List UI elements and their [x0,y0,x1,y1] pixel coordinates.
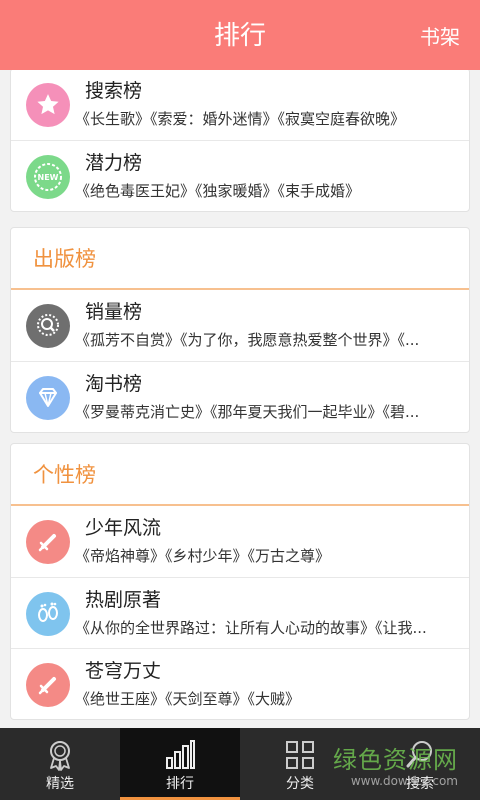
page-title: 排行 [213,21,266,51]
app-header: 排行 书架 [0,0,480,70]
tab-featured[interactable]: 精选 [0,728,120,800]
ranking-title: 苍穹万丈 [85,660,162,682]
search-badge-icon [26,304,70,348]
award-ribbon-icon [43,738,77,772]
ranking-title: 淘书榜 [85,373,143,395]
ranking-books: 《长生歌》《索爱：婚外迷情》《寂寞空庭春欲晚》 [75,110,406,128]
ranking-books: 《孤芳不自赏》《为了你，我愿意热爱整个世界》《... [75,331,420,349]
section-title: 个性榜 [33,463,96,487]
ranking-title: 少年风流 [85,517,162,539]
ranking-card-publish: 出版榜 销量榜 《孤芳不自赏》《为了你，我愿意热爱整个世界》《... 淘书榜 《… [10,227,470,433]
ranking-card-personal: 个性榜 少年风流 《帝焰神尊》《乡村少年》《万古之尊》 热剧原著 《从你的全世界… [10,443,470,720]
section-header: 出版榜 [11,228,469,290]
ranking-row-sales[interactable]: 销量榜 《孤芳不自赏》《为了你，我愿意热爱整个世界》《... [11,290,469,361]
ranking-row-potential[interactable]: NEW 潜力榜 《绝色毒医王妃》《独家暖婚》《束手成婚》 [11,140,469,211]
ranking-row-sky[interactable]: 苍穹万丈 《绝世王座》《天剑至尊》《大贼》 [11,648,469,719]
sword-icon [26,520,70,564]
sword-icon [26,663,70,707]
tab-ranking[interactable]: 排行 [120,728,240,800]
ranking-row-taoshu[interactable]: 淘书榜 《罗曼蒂克消亡史》《那年夏天我们一起毕业》《碧... [11,361,469,432]
ranking-books: 《绝色毒医王妃》《独家暖婚》《束手成婚》 [75,182,361,200]
ranking-books: 《绝世王座》《天剑至尊》《大贼》 [75,690,301,708]
ranking-card-general: 搜索榜 《长生歌》《索爱：婚外迷情》《寂寞空庭春欲晚》 NEW 潜力榜 《绝色毒… [10,70,470,212]
tab-label: 排行 [166,776,194,792]
tab-label: 分类 [286,776,314,792]
ranking-title: 搜索榜 [85,80,143,102]
ranking-title: 销量榜 [85,301,143,323]
diamond-icon [26,376,70,420]
bar-chart-icon [163,738,197,772]
section-header: 个性榜 [11,444,469,506]
tab-label: 精选 [46,776,74,792]
ranking-row-search[interactable]: 搜索榜 《长生歌》《索爱：婚外迷情》《寂寞空庭春欲晚》 [11,70,469,140]
section-title: 出版榜 [33,247,96,271]
ranking-books: 《罗曼蒂克消亡史》《那年夏天我们一起毕业》《碧... [75,403,420,421]
new-badge-icon: NEW [26,155,70,199]
ranking-books: 《帝焰神尊》《乡村少年》《万古之尊》 [75,547,331,565]
watermark-logo: 绿色资源网 [333,746,458,774]
ranking-row-youth[interactable]: 少年风流 《帝焰神尊》《乡村少年》《万古之尊》 [11,506,469,577]
star-icon [26,83,70,127]
watermark-url: www.downcc.com [350,774,458,788]
ranking-row-drama[interactable]: 热剧原著 《从你的全世界路过：让所有人心动的故事》《让我... [11,577,469,648]
svg-text:NEW: NEW [38,173,59,182]
ranking-title: 热剧原著 [85,589,162,611]
footprints-icon [26,592,70,636]
ranking-books: 《从你的全世界路过：让所有人心动的故事》《让我... [75,619,427,637]
bookshelf-button[interactable]: 书架 [420,22,460,52]
ranking-list[interactable]: 搜索榜 《长生歌》《索爱：婚外迷情》《寂寞空庭春欲晚》 NEW 潜力榜 《绝色毒… [0,70,480,728]
ranking-title: 潜力榜 [85,152,143,174]
grid-icon [283,738,317,772]
